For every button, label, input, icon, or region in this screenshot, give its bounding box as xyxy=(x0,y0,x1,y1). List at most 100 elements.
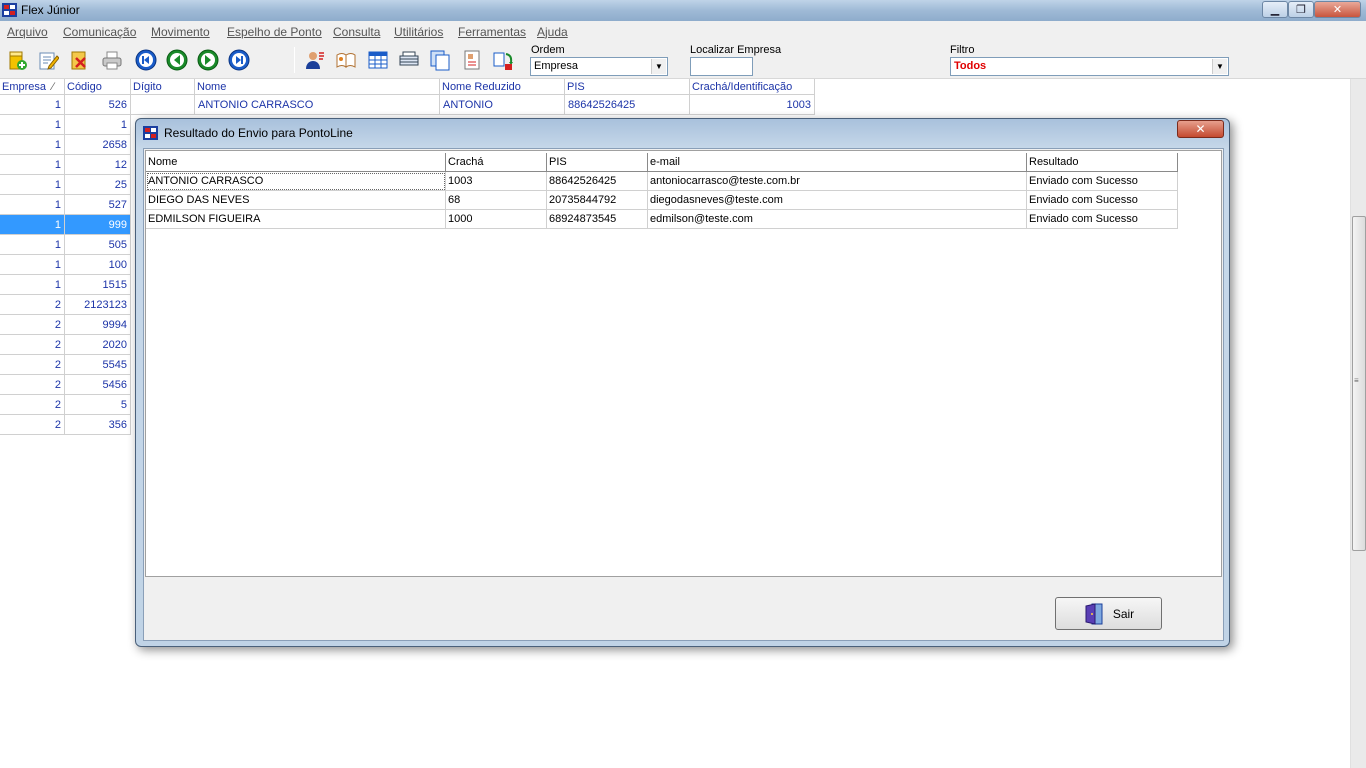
table-row[interactable]: 1 505 xyxy=(0,235,131,255)
table-cell-nome-reduzido[interactable]: ANTONIO xyxy=(440,95,565,115)
close-button[interactable]: ✕ xyxy=(1314,1,1361,18)
table-row[interactable]: 1 2658 xyxy=(0,135,131,155)
table-cell-codigo: 25 xyxy=(65,175,131,195)
copy-button[interactable] xyxy=(428,48,452,72)
menu-ferramentas[interactable]: Ferramentas xyxy=(458,25,526,39)
table-cell-cracha[interactable]: 1003 xyxy=(690,95,815,115)
dialog-close-button[interactable]: ✕ xyxy=(1177,120,1224,138)
column-header-resultado[interactable]: Resultado xyxy=(1027,153,1178,172)
table-cell-empresa: 2 xyxy=(0,295,65,315)
table-cell-empresa: 1 xyxy=(0,135,65,155)
table-row[interactable]: 2 5456 xyxy=(0,375,131,395)
menu-arquivo[interactable]: Arquivo xyxy=(7,25,48,39)
delete-button[interactable] xyxy=(67,48,91,72)
column-header-empresa[interactable]: Empresa ∕ xyxy=(0,79,65,95)
print-button[interactable] xyxy=(100,48,124,72)
table-cell-digito[interactable] xyxy=(131,95,195,115)
last-record-button[interactable] xyxy=(227,48,251,72)
table-cell-pis[interactable]: 88642526425 xyxy=(565,95,690,115)
result-cell-cracha: 1003 xyxy=(446,172,547,191)
table-row[interactable]: 2 2123123 xyxy=(0,295,131,315)
dialog-body: Nome Crachá PIS e-mail Resultado ANTONIO… xyxy=(143,148,1224,641)
maximize-button[interactable]: ❐ xyxy=(1288,1,1314,18)
new-button[interactable] xyxy=(5,48,29,72)
column-header-pis[interactable]: PIS xyxy=(565,79,690,95)
first-record-button[interactable] xyxy=(134,48,158,72)
table-row[interactable]: 1 25 xyxy=(0,175,131,195)
table-cell-codigo: 356 xyxy=(65,415,131,435)
table-row[interactable]: 1 1 xyxy=(0,115,131,135)
table-cell-empresa: 1 xyxy=(0,155,65,175)
table-cell-nome[interactable]: ANTONIO CARRASCO xyxy=(195,95,440,115)
next-record-icon xyxy=(197,49,219,71)
result-cell-pis: 88642526425 xyxy=(547,172,648,191)
column-header-digito[interactable]: Dígito xyxy=(131,79,195,95)
users-button[interactable] xyxy=(303,48,327,72)
result-cell-cracha: 1000 xyxy=(446,210,547,229)
column-header-cracha[interactable]: Crachá xyxy=(446,153,547,172)
previous-record-button[interactable] xyxy=(165,48,189,72)
next-record-button[interactable] xyxy=(196,48,220,72)
localizar-label: Localizar Empresa xyxy=(690,44,782,56)
menu-espelho-de-ponto[interactable]: Espelho de Ponto xyxy=(227,25,322,39)
vertical-scrollbar[interactable]: ≡ xyxy=(1350,79,1366,768)
table-row[interactable]: 2 9994 xyxy=(0,315,131,335)
first-record-icon xyxy=(135,49,157,71)
table-button[interactable] xyxy=(366,48,390,72)
table-row[interactable]: 1 527 xyxy=(0,195,131,215)
menu-movimento[interactable]: Movimento xyxy=(151,25,210,39)
toolbar-separator xyxy=(294,47,295,73)
column-header-nome-reduzido[interactable]: Nome Reduzido xyxy=(440,79,565,95)
column-header-codigo[interactable]: Código xyxy=(65,79,131,95)
table-row[interactable]: 1 100 xyxy=(0,255,131,275)
refresh-button[interactable] xyxy=(491,48,515,72)
result-cell-email: edmilson@teste.com xyxy=(648,210,1027,229)
printer-icon xyxy=(399,51,419,66)
minimize-button[interactable]: ▁ xyxy=(1262,1,1288,18)
table-row[interactable]: 1 12 xyxy=(0,155,131,175)
column-header-email[interactable]: e-mail xyxy=(648,153,1027,172)
table-row[interactable]: 2 5 xyxy=(0,395,131,415)
column-header-cracha[interactable]: Crachá/Identificação xyxy=(690,79,815,95)
table-row[interactable]: 2 2020 xyxy=(0,335,131,355)
table-row[interactable]: 1 1515 xyxy=(0,275,131,295)
refresh-icon xyxy=(493,52,513,70)
table-cell-empresa: 2 xyxy=(0,355,65,375)
filtro-select[interactable]: Todos ▼ xyxy=(950,57,1229,76)
table-cell-codigo: 2123123 xyxy=(65,295,131,315)
table-row-selected[interactable]: 1 999 xyxy=(0,215,131,235)
column-header-nome[interactable]: Nome xyxy=(195,79,440,95)
edit-button[interactable] xyxy=(36,48,60,72)
close-icon: ✕ xyxy=(1195,122,1206,136)
book-button[interactable] xyxy=(334,48,358,72)
table-cell-codigo: 526 xyxy=(65,95,131,115)
menu-consulta[interactable]: Consulta xyxy=(333,25,380,39)
document-button[interactable] xyxy=(460,48,484,72)
previous-record-icon xyxy=(166,49,188,71)
table-cell-empresa: 2 xyxy=(0,315,65,335)
result-cell-nome: DIEGO DAS NEVES xyxy=(146,191,446,210)
table-cell-codigo: 1515 xyxy=(65,275,131,295)
localizar-input[interactable] xyxy=(690,57,753,76)
table-row[interactable]: 2 5545 xyxy=(0,355,131,375)
ordem-select[interactable]: Empresa ▼ xyxy=(530,57,668,76)
result-dialog: Resultado do Envio para PontoLine ✕ Nome… xyxy=(135,118,1230,647)
table-cell-codigo: 1 xyxy=(65,115,131,135)
maximize-icon: ❐ xyxy=(1296,4,1306,16)
document-icon xyxy=(464,50,480,70)
toolbar: Ordem Empresa ▼ Localizar Empresa Filtro… xyxy=(0,41,1366,79)
dialog-title: Resultado do Envio para PontoLine xyxy=(164,126,353,140)
table-cell-codigo: 2658 xyxy=(65,135,131,155)
menu-ajuda[interactable]: Ajuda xyxy=(537,25,568,39)
results-grid: Nome Crachá PIS e-mail Resultado ANTONIO… xyxy=(145,150,1222,577)
sair-button[interactable]: Sair xyxy=(1055,597,1162,630)
table-row[interactable]: 2 356 xyxy=(0,415,131,435)
table-cell-empresa: 1 xyxy=(0,95,65,115)
ordem-value: Empresa xyxy=(534,60,579,72)
printer-button[interactable] xyxy=(397,48,421,72)
column-header-pis[interactable]: PIS xyxy=(547,153,648,172)
table-row[interactable]: 1 526 xyxy=(0,95,131,115)
column-header-nome[interactable]: Nome xyxy=(146,153,446,172)
menu-comunicacao[interactable]: Comunicação xyxy=(63,25,136,39)
menu-utilitarios[interactable]: Utilitários xyxy=(394,25,443,39)
